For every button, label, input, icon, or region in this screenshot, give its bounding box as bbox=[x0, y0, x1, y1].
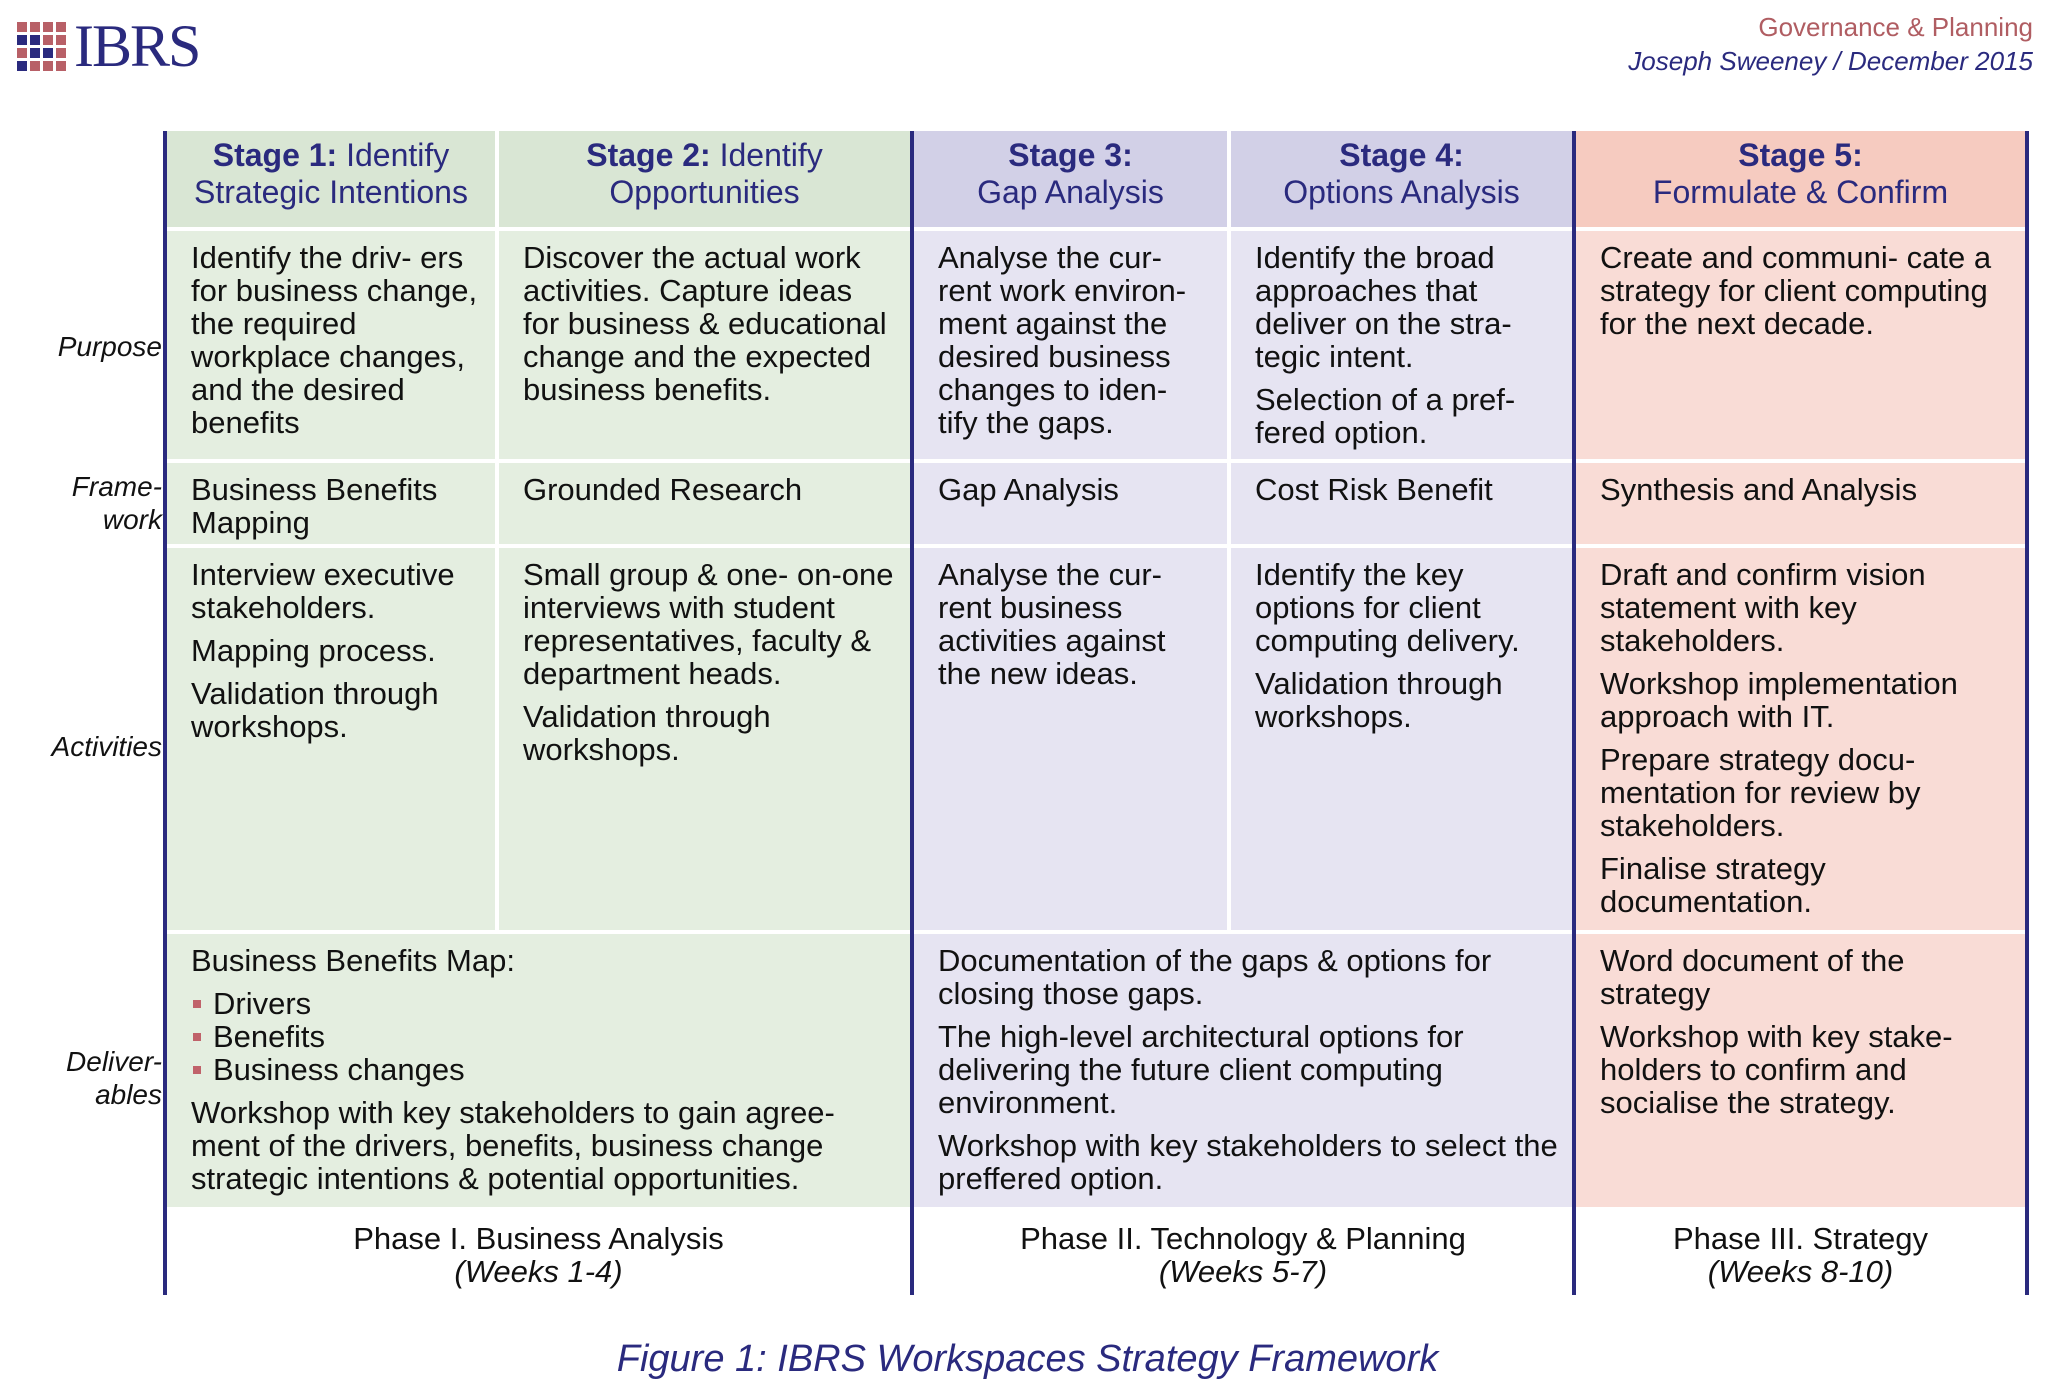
category-label: Governance & Planning bbox=[1758, 12, 2033, 42]
activity-item: Validation through workshops. bbox=[1255, 666, 1503, 734]
table-right-border bbox=[2025, 131, 2029, 1295]
stage-2-header: Stage 2: Identify Opportunities bbox=[499, 131, 910, 227]
purpose-text: Analyse the cur- rent work environ- ment… bbox=[938, 240, 1187, 440]
row-label-purpose: Purpose bbox=[57, 331, 162, 362]
phase-3-deliverables: Word document of the strategy Workshop w… bbox=[1576, 934, 2025, 1207]
author-date: Joseph Sweeney / December 2015 bbox=[1628, 46, 2033, 76]
framework-text: Grounded Research bbox=[523, 472, 803, 507]
activity-item: Analyse the cur- rent business activitie… bbox=[938, 557, 1166, 691]
activity-item: Validation through workshops. bbox=[523, 699, 771, 767]
stage-3-header: Stage 3: Gap Analysis bbox=[914, 131, 1227, 227]
stage-2-activities: Small group & one- on-one interviews wit… bbox=[499, 548, 910, 930]
stage-4-title: Options Analysis bbox=[1283, 174, 1520, 210]
bullet-item: Business changes bbox=[191, 1053, 896, 1086]
purpose-text: Selection of a pref- fered option. bbox=[1255, 382, 1516, 450]
activity-item: Workshop implementation approach with IT… bbox=[1600, 666, 1958, 734]
stage-1-framework: Business Benefits Mapping bbox=[167, 463, 495, 544]
ibrs-logo: IBRS bbox=[17, 13, 201, 79]
stage-2-framework: Grounded Research bbox=[499, 463, 910, 544]
purpose-text: Create and communi- cate a strategy for … bbox=[1600, 240, 1992, 341]
framework-text: Synthesis and Analysis bbox=[1600, 472, 1918, 507]
purpose-text: Identify the driv- ers for business chan… bbox=[191, 240, 478, 440]
framework-text: Gap Analysis bbox=[938, 472, 1119, 507]
framework-text: Cost Risk Benefit bbox=[1255, 472, 1493, 507]
phase-name: Phase III. Strategy bbox=[1672, 1221, 1929, 1256]
bullet-item: Benefits bbox=[191, 1020, 896, 1053]
phase-1-label: Phase I. Business Analysis (Weeks 1-4) bbox=[167, 1222, 910, 1288]
activity-item: Finalise strategy documentation. bbox=[1600, 851, 1826, 919]
phase-name: Phase I. Business Analysis bbox=[353, 1221, 724, 1256]
stage-1-title-part: Identify bbox=[337, 137, 450, 173]
logo-grid-icon bbox=[17, 21, 66, 71]
activity-item: Small group & one- on-one interviews wit… bbox=[523, 557, 894, 691]
stage-3-activities: Analyse the cur- rent business activitie… bbox=[914, 548, 1227, 930]
activity-item: Identify the key options for client comp… bbox=[1255, 557, 1520, 658]
stage-4-activities: Identify the key options for client comp… bbox=[1231, 548, 1572, 930]
activity-item: Prepare strategy docu- mentation for rev… bbox=[1600, 742, 1921, 843]
row-label-framework-line2: work bbox=[102, 504, 162, 535]
deliverable-item: The high-level architectural options for… bbox=[938, 1019, 1464, 1120]
deliverable-item: Workshop with key stake- holders to conf… bbox=[1600, 1019, 1953, 1120]
deliverable-item: Workshop with key stakeholders to gain a… bbox=[191, 1095, 835, 1196]
phase-2-deliverables: Documentation of the gaps & options for … bbox=[914, 934, 1572, 1207]
purpose-text: Identify the broad approaches that deliv… bbox=[1255, 240, 1512, 374]
stage-1-number: Stage 1: bbox=[212, 137, 338, 173]
stage-2-purpose: Discover the actual work activities. Cap… bbox=[499, 231, 910, 459]
stage-5-number: Stage 5: bbox=[1738, 137, 1863, 173]
stage-2-title-part: Identify bbox=[710, 137, 823, 173]
phase-3-label: Phase III. Strategy (Weeks 8-10) bbox=[1576, 1222, 2025, 1288]
stage-1-header: Stage 1: Identify Strategic Intentions bbox=[167, 131, 495, 227]
deliverable-item: Word document of the strategy bbox=[1600, 943, 1905, 1011]
stage-5-purpose: Create and communi- cate a strategy for … bbox=[1576, 231, 2025, 459]
phase-weeks: (Weeks 1-4) bbox=[454, 1254, 623, 1289]
stage-2-title: Opportunities bbox=[609, 174, 800, 210]
phase-weeks: (Weeks 8-10) bbox=[1707, 1254, 1894, 1289]
stage-3-title: Gap Analysis bbox=[977, 174, 1164, 210]
framework-text: Business Benefits Mapping bbox=[191, 472, 438, 540]
deliverable-bullet-list: Drivers Benefits Business changes bbox=[191, 987, 896, 1086]
activity-item: Draft and confirm vision statement with … bbox=[1600, 557, 1926, 658]
phase-1-deliverables: Business Benefits Map: Drivers Benefits … bbox=[167, 934, 910, 1207]
stage-3-number: Stage 3: bbox=[1008, 137, 1133, 173]
phase-1-border bbox=[163, 131, 167, 1295]
stage-4-framework: Cost Risk Benefit bbox=[1231, 463, 1572, 544]
activity-item: Validation through workshops. bbox=[191, 676, 439, 744]
deliverable-intro: Business Benefits Map: bbox=[191, 943, 515, 978]
activity-item: Mapping process. bbox=[191, 633, 436, 668]
row-label-deliverables: Deliver- ables bbox=[66, 1045, 162, 1111]
deliverable-item: Documentation of the gaps & options for … bbox=[938, 943, 1492, 1011]
stage-4-number: Stage 4: bbox=[1339, 137, 1464, 173]
stage-3-framework: Gap Analysis bbox=[914, 463, 1227, 544]
stage-5-activities: Draft and confirm vision statement with … bbox=[1576, 548, 2025, 930]
activity-item: Interview executive stakeholders. bbox=[191, 557, 455, 625]
row-label-activities: Activities bbox=[51, 731, 162, 762]
stage-3-purpose: Analyse the cur- rent work environ- ment… bbox=[914, 231, 1227, 459]
phase-3-border bbox=[1572, 131, 1576, 1295]
figure-caption: Figure 1: IBRS Workspaces Strategy Frame… bbox=[616, 1338, 1439, 1380]
stage-4-purpose: Identify the broad approaches that deliv… bbox=[1231, 231, 1572, 459]
row-label-deliverables-line2: ables bbox=[95, 1079, 162, 1110]
phase-name: Phase II. Technology & Planning bbox=[1020, 1221, 1466, 1256]
phase-2-label: Phase II. Technology & Planning (Weeks 5… bbox=[914, 1222, 1572, 1288]
stage-5-header: Stage 5: Formulate & Confirm bbox=[1576, 131, 2025, 227]
document-meta: Governance & Planning Joseph Sweeney / D… bbox=[1628, 10, 2033, 78]
stage-2-number: Stage 2: bbox=[586, 137, 711, 173]
row-label-deliverables-line1: Deliver- bbox=[66, 1046, 162, 1077]
stage-1-title: Strategic Intentions bbox=[194, 174, 468, 210]
purpose-text: Discover the actual work activities. Cap… bbox=[523, 240, 887, 407]
phase-weeks: (Weeks 5-7) bbox=[1158, 1254, 1328, 1289]
bullet-item: Drivers bbox=[191, 987, 896, 1020]
stage-1-purpose: Identify the driv- ers for business chan… bbox=[167, 231, 495, 459]
stage-4-header: Stage 4: Options Analysis bbox=[1231, 131, 1572, 227]
stage-5-framework: Synthesis and Analysis bbox=[1576, 463, 2025, 544]
logo-text: IBRS bbox=[74, 13, 201, 79]
phase-2-border bbox=[910, 131, 914, 1295]
deliverable-item: Workshop with key stakeholders to select… bbox=[938, 1128, 1558, 1196]
row-label-framework-line1: Frame- bbox=[71, 471, 162, 502]
stage-1-activities: Interview executive stakeholders. Mappin… bbox=[167, 548, 495, 930]
stage-5-title: Formulate & Confirm bbox=[1652, 174, 1949, 210]
row-label-framework: Frame- work bbox=[72, 470, 162, 536]
